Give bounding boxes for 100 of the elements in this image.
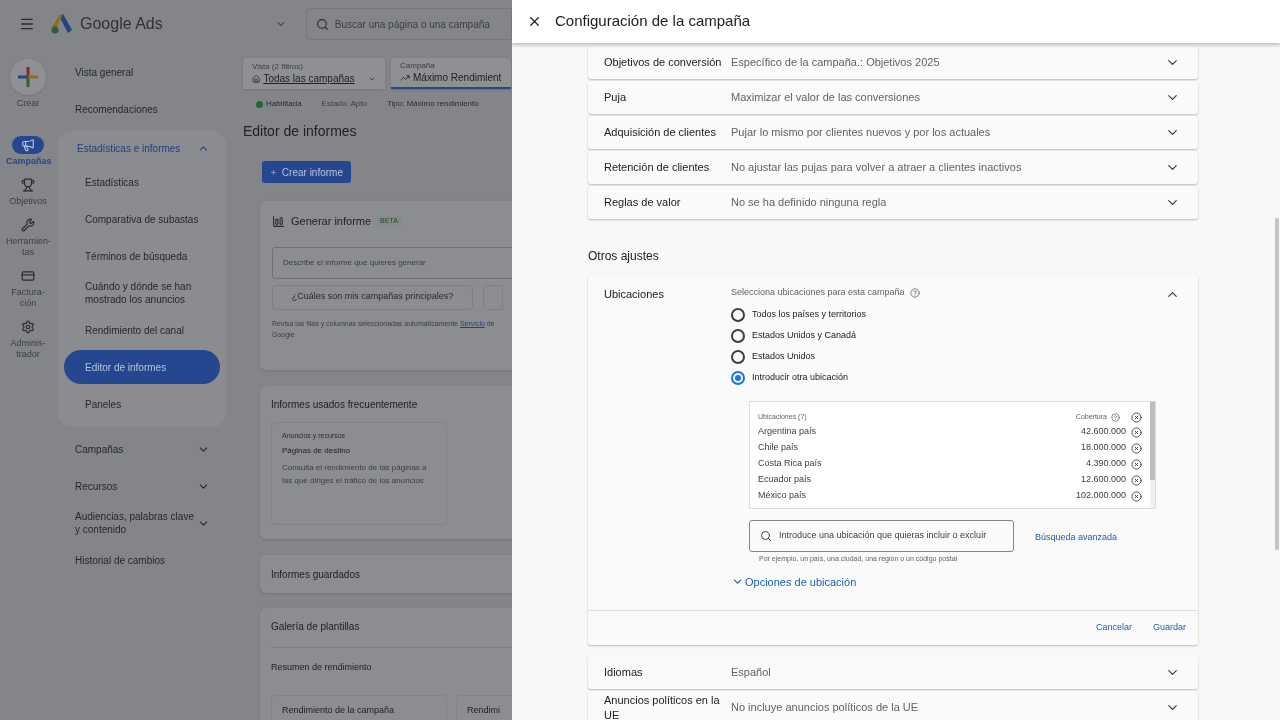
setting-row[interactable]: Puja Maximizar el valor de las conversiones — [588, 81, 1198, 114]
nav-item[interactable]: Términos de búsqueda — [64, 239, 220, 273]
rail-item[interactable]: Objetivos — [4, 175, 52, 207]
card-title: Generar informe — [291, 214, 372, 229]
trophy-icon — [21, 177, 35, 192]
location-radio[interactable]: Estados Unidos — [731, 346, 1165, 367]
tile-description: Consulta el rendimiento de las páginas a las que diriges el tráfico de los anuncios — [282, 461, 428, 487]
setting-value: Español — [731, 665, 772, 681]
nav-item[interactable]: Vista general — [56, 55, 226, 89]
remove-location-button[interactable] — [1131, 458, 1142, 470]
cancel-button[interactable]: Cancelar — [1095, 621, 1132, 635]
setting-row[interactable]: Objetivos de conversión Específico de la campaña.: Objetivos 2025 — [588, 46, 1198, 79]
nav-item[interactable]: Comparativa de subastas — [64, 202, 220, 236]
scrollbar[interactable] — [1275, 218, 1279, 550]
card-title: Informes usados frecuentemente — [271, 398, 419, 412]
setting-label: Adquisición de clientes — [604, 125, 717, 140]
setting-label: Anuncios políticos en la UE — [604, 692, 721, 720]
card-title: Galería de plantillas — [271, 620, 361, 634]
remove-icon — [1131, 490, 1142, 502]
suggestion-chip[interactable]: ¿Cuáles son mis campañas principales? — [272, 284, 473, 310]
nav-group-header[interactable]: Recursos — [56, 469, 226, 503]
remove-location-button[interactable] — [1131, 442, 1142, 454]
nav-item[interactable]: Paneles — [64, 387, 220, 421]
create-report-button[interactable]: Crear informe — [262, 161, 351, 183]
nav-group-header[interactable]: Estadísticas e informes — [58, 131, 226, 165]
help-icon — [909, 288, 920, 298]
location-radio[interactable]: Todos los países y territorios — [731, 304, 1165, 325]
location-radio[interactable]: Estados Unidos y Canadá — [731, 325, 1165, 346]
nav-item[interactable]: Editor de informes — [64, 350, 220, 384]
setting-row[interactable]: Anuncios políticos en la UE No incluye anuncios políticos de la UE — [588, 691, 1198, 720]
coverage-value: 102.000.000 — [1075, 489, 1126, 503]
home-icon — [252, 73, 261, 84]
coverage-value: 4.390.000 — [1085, 457, 1126, 471]
remove-location-button[interactable] — [1131, 426, 1142, 438]
setting-label: Objetivos de conversión — [604, 55, 723, 70]
remove-all-button[interactable] — [1131, 411, 1142, 423]
status-text: Habilitada — [266, 98, 302, 110]
logo-icon — [51, 14, 73, 34]
filter-dropdown[interactable]: Vista (2 filtros) Todas las campañas — [243, 58, 385, 89]
credit-card-icon — [21, 268, 35, 283]
setting-row[interactable]: Adquisición de clientes Pujar lo mismo por clientes nuevos y por los actuales — [588, 116, 1198, 149]
location-radio[interactable]: Introducir otra ubicación — [731, 367, 1165, 388]
app-name: Google Ads — [80, 14, 163, 34]
location-options-toggle[interactable]: Opciones de ubicación — [731, 573, 1165, 590]
search-field[interactable]: Buscar una página o una campaña — [305, 8, 512, 40]
setting-value: No ajustar las pujas para volver a atraer a clientes inactivos — [731, 160, 1023, 176]
coverage-value: 12.600.000 — [1080, 473, 1126, 487]
wrench-icon — [21, 217, 35, 232]
location-search-field[interactable]: Introduce una ubicación que quieras incluir o excluir — [749, 520, 1014, 552]
setting-row[interactable]: Idiomas Español — [588, 656, 1198, 689]
nav-item[interactable]: Rendimiento del canal — [64, 313, 220, 347]
setting-value: Pujar lo mismo por clientes nuevos y por los actuales — [731, 125, 992, 141]
eligibility-text: Estado: Apto — [321, 98, 367, 110]
nav-group-header[interactable]: Audiencias, palabras clave y contenido — [56, 506, 226, 540]
remove-icon — [1131, 411, 1142, 423]
plus-icon — [17, 66, 39, 88]
rail-item[interactable]: Adminis-trador — [4, 317, 52, 360]
advanced-search-link[interactable]: Búsqueda avanzada — [1035, 531, 1118, 545]
section-title: Otros ajustes — [588, 248, 660, 265]
card-title: Informes guardados — [271, 567, 360, 582]
tile-title: Páginas de destino — [282, 444, 352, 457]
type-text: Tipo: Máximo rendimiento — [386, 98, 479, 110]
megaphone-icon — [21, 137, 35, 152]
scrollbar[interactable] — [1150, 402, 1155, 480]
remove-location-button[interactable] — [1131, 474, 1142, 486]
chart-icon — [400, 72, 410, 83]
location-name: Argentina país — [758, 425, 818, 439]
nav-item[interactable]: Cuándo y dónde se han mostrado los anuncios — [64, 276, 220, 310]
section-title: Resumen de rendimiento — [271, 662, 372, 672]
setting-value: Específico de la campaña.: Objetivos 2025 — [731, 55, 941, 71]
locations-prompt: Selecciona ubicaciones para esta campaña — [731, 286, 905, 300]
remove-icon — [1131, 458, 1142, 470]
chart-icon — [272, 214, 285, 228]
nav-item[interactable]: Estadísticas — [64, 165, 220, 199]
save-button[interactable]: Guardar — [1152, 621, 1186, 635]
remove-location-button[interactable] — [1131, 490, 1142, 502]
setting-row[interactable]: Reglas de valor No se ha definido ninguna regla — [588, 186, 1198, 219]
setting-label: Idiomas — [604, 665, 644, 680]
setting-row[interactable]: Retención de clientes No ajustar las pujas para volver a atraer a clientes inactivos — [588, 151, 1198, 184]
panel-title: Configuración de la campaña — [555, 11, 751, 32]
setting-value: No se ha definido ninguna regla — [731, 195, 888, 211]
search-icon — [760, 530, 772, 542]
menu-button[interactable] — [19, 16, 35, 32]
rail-item[interactable]: Factura-ción — [4, 266, 52, 309]
report-prompt-field[interactable]: Describe el informe que quieres generar — [272, 246, 512, 279]
coverage-value: 42.600.000 — [1080, 425, 1126, 439]
template-tile[interactable]: Rendimiento de la campaña — [271, 694, 447, 720]
nav-item[interactable]: Historial de cambios — [56, 543, 226, 577]
remove-icon — [1131, 426, 1142, 438]
rail-item[interactable]: Herramien-tas — [4, 215, 52, 258]
setting-label: Puja — [604, 90, 628, 105]
page-title: Editor de informes — [243, 122, 358, 141]
remove-icon — [1131, 474, 1142, 486]
setting-value: No incluye anuncios políticos de la UE — [731, 700, 920, 716]
filter-dropdown[interactable]: Campaña Máximo Rendimient — [391, 58, 511, 89]
coverage-value: 18.000.000 — [1080, 441, 1126, 455]
nav-group-header[interactable]: Campañas — [56, 432, 226, 466]
location-name: Chile país — [758, 441, 800, 455]
menu-icon — [19, 16, 35, 32]
nav-item[interactable]: Recomendaciones — [56, 92, 226, 126]
